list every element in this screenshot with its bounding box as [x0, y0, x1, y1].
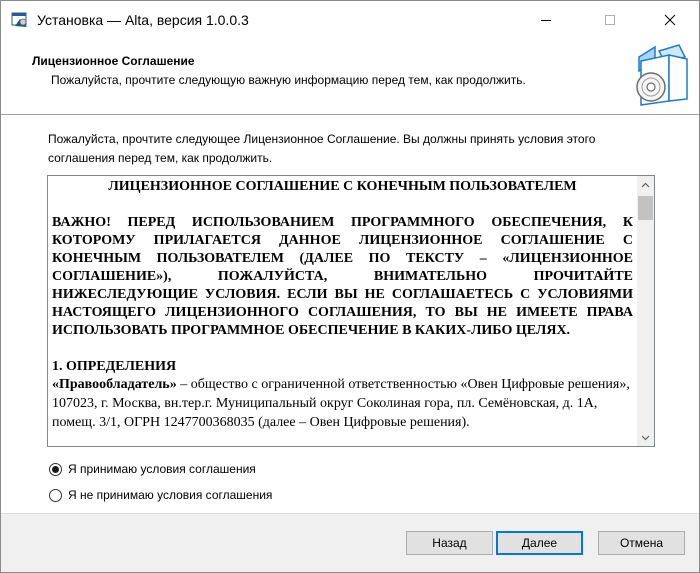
license-term: «Правообладатель» — [52, 377, 177, 392]
header-divider — [1, 114, 699, 115]
scroll-down-arrow[interactable] — [637, 429, 654, 446]
radio-selected-dot — [52, 465, 59, 473]
decline-radio-option[interactable]: Я не принимаю условия соглашения — [49, 488, 272, 502]
scroll-up-arrow[interactable] — [637, 176, 654, 193]
maximize-icon — [605, 15, 615, 25]
license-textbox[interactable]: ЛИЦЕНЗИОННОЕ СОГЛАШЕНИЕ С КОНЕЧНЫМ ПОЛЬЗ… — [47, 175, 655, 447]
minimize-button[interactable] — [523, 1, 569, 39]
page-title: Лицензионное Соглашение — [32, 54, 195, 68]
close-button[interactable] — [647, 1, 693, 39]
decline-radio-button[interactable] — [49, 488, 62, 502]
button-bar: Назад Далее Отмена — [1, 514, 699, 572]
accept-radio-option[interactable]: Я принимаю условия соглашения — [49, 462, 256, 476]
installer-window: Установка — Alta, версия 1.0.0.3 Лицензи… — [0, 0, 700, 573]
close-icon — [664, 14, 676, 26]
chevron-up-icon — [641, 182, 650, 187]
cancel-button[interactable]: Отмена — [598, 531, 685, 555]
window-title: Установка — Alta, версия 1.0.0.3 — [37, 12, 249, 28]
license-content: ЛИЦЕНЗИОННОЕ СОГЛАШЕНИЕ С КОНЕЧНЫМ ПОЛЬЗ… — [52, 178, 633, 432]
license-important-notice: ВАЖНО! ПЕРЕД ИСПОЛЬЗОВАНИЕМ ПРОГРАММНОГО… — [52, 215, 633, 338]
license-section-heading: 1. ОПРЕДЕЛЕНИЯ — [52, 359, 177, 374]
license-scrollbar[interactable] — [637, 176, 654, 446]
page-subtitle: Пожалуйста, прочтите следующую важную ин… — [51, 73, 526, 87]
minimize-icon — [541, 20, 551, 21]
box-with-disc-icon — [629, 43, 693, 107]
accept-radio-button[interactable] — [49, 462, 62, 476]
decline-radio-label[interactable]: Я не принимаю условия соглашения — [68, 488, 272, 502]
accept-radio-label[interactable]: Я принимаю условия соглашения — [68, 462, 256, 476]
intro-text: Пожалуйста, прочтите следующее Лицензион… — [48, 132, 596, 165]
maximize-button[interactable] — [587, 1, 633, 39]
license-title: ЛИЦЕНЗИОННОЕ СОГЛАШЕНИЕ С КОНЕЧНЫМ ПОЛЬЗ… — [108, 179, 577, 194]
installer-icon — [11, 11, 29, 29]
chevron-down-icon — [641, 435, 650, 440]
license-definition-paragraph: «Правообладатель» – общество с ограничен… — [52, 375, 633, 432]
scroll-thumb[interactable] — [638, 196, 653, 220]
back-button[interactable]: Назад — [406, 531, 493, 555]
title-bar[interactable]: Установка — Alta, версия 1.0.0.3 — [1, 1, 699, 39]
next-button[interactable]: Далее — [496, 531, 583, 555]
